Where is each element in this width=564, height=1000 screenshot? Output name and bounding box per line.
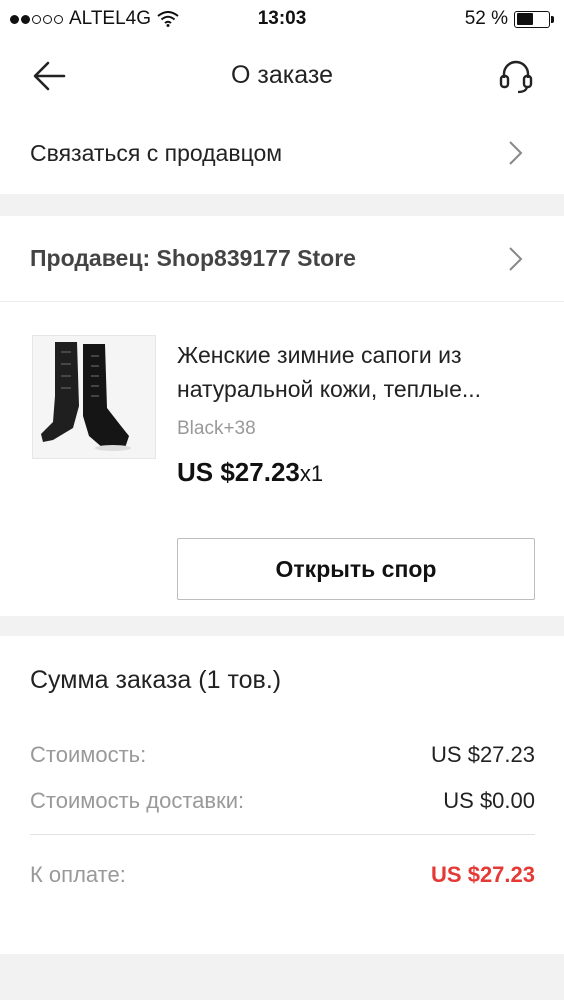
product-sku: Black+38: [177, 418, 256, 439]
section-separator: [0, 616, 564, 636]
back-button[interactable]: [30, 56, 70, 96]
summary-divider: [30, 834, 535, 835]
product-thumbnail[interactable]: [32, 335, 156, 459]
battery-level-fill: [516, 13, 533, 25]
cost-label: Стоимость:: [30, 742, 147, 767]
total-label: К оплате:: [30, 862, 126, 887]
contact-seller-label: Связаться с продавцом: [30, 139, 283, 166]
product-price-line: US $27.23x1: [177, 457, 323, 488]
product-card: Женские зимние сапоги из натуральной кож…: [0, 302, 564, 616]
cost-value: US $27.23: [431, 742, 535, 767]
boots-image: [33, 336, 155, 458]
status-right: 52 %: [464, 8, 554, 30]
shipping-row: Стоимость доставки: US $0.00: [30, 788, 535, 814]
seller-label: Продавец: Shop839177 Store: [30, 245, 356, 271]
page-title: О заказе: [231, 60, 333, 89]
nav-bar: О заказе: [0, 38, 564, 112]
carrier-name: ALTEL4G: [69, 8, 152, 29]
shipping-value: US $0.00: [443, 788, 535, 813]
total-value: US $27.23: [431, 862, 535, 887]
signal-strength-icon: [10, 14, 63, 24]
status-left: ALTEL4G: [10, 8, 179, 30]
wifi-icon: [157, 11, 179, 27]
open-dispute-button[interactable]: Открыть спор: [177, 538, 535, 600]
arrow-left-icon: [33, 61, 66, 91]
section-separator: [0, 194, 564, 216]
status-bar: ALTEL4G 13:03 52 %: [0, 0, 564, 38]
seller-row[interactable]: Продавец: Shop839177 Store: [0, 216, 564, 302]
cost-row: Стоимость: US $27.23: [30, 742, 535, 768]
product-title[interactable]: Женские зимние сапоги из натуральной кож…: [177, 338, 537, 406]
shipping-label: Стоимость доставки:: [30, 788, 245, 813]
total-row: К оплате: US $27.23: [30, 862, 535, 888]
contact-seller-row[interactable]: Связаться с продавцом: [0, 112, 564, 194]
product-quantity: x1: [299, 461, 324, 486]
product-price: US $27.23: [177, 457, 300, 487]
summary-title: Сумма заказа (1 тов.): [30, 666, 282, 694]
chevron-right-icon: [509, 141, 523, 165]
chevron-right-icon: [509, 246, 523, 271]
section-separator: [0, 954, 564, 1000]
battery-percent: 52 %: [464, 8, 508, 29]
order-summary: Сумма заказа (1 тов.) Стоимость: US $27.…: [0, 636, 564, 954]
headset-icon: [499, 60, 533, 94]
battery-icon: [514, 10, 554, 28]
support-button[interactable]: [496, 56, 536, 96]
